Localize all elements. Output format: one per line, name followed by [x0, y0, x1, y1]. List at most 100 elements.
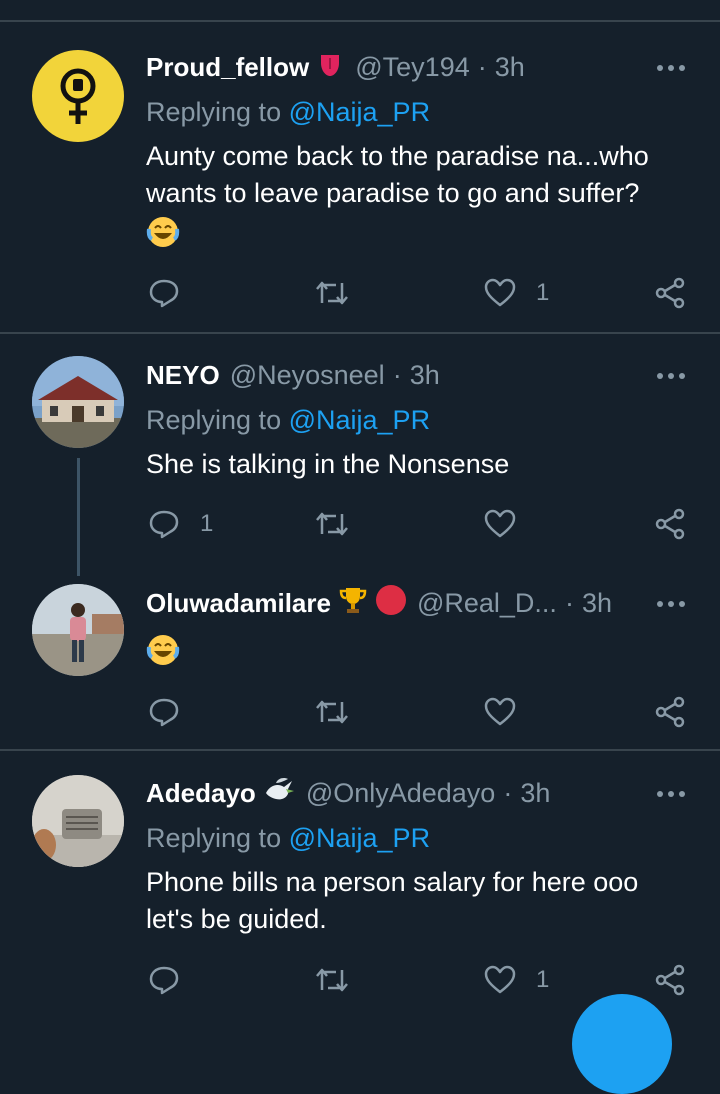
user-handle[interactable]: @Neyosneel — [230, 360, 385, 391]
retweet-button[interactable] — [314, 273, 350, 313]
tweet-header: Proud_fellow @Tey194 · 3h — [146, 50, 600, 84]
car-interior-photo-icon — [32, 775, 124, 867]
tweet-neyo[interactable]: NEYO @Neyosneel · 3h Replying to @Naija_… — [0, 334, 720, 576]
timestamp[interactable]: 3h — [410, 360, 440, 391]
tweet-text: Aunty come back to the paradise na...who… — [146, 138, 680, 249]
retweet-button[interactable] — [314, 504, 350, 544]
share-button[interactable] — [654, 692, 686, 732]
more-options-icon[interactable] — [654, 366, 688, 386]
separator-dot: · — [392, 359, 402, 390]
display-name[interactable]: NEYO — [146, 360, 220, 391]
reply-button[interactable] — [148, 692, 180, 732]
share-button[interactable] — [654, 504, 686, 544]
share-icon — [655, 508, 685, 540]
more-options-icon[interactable] — [654, 784, 688, 804]
user-handle[interactable]: @Real_D... — [417, 588, 557, 619]
tweet-text-line: let's be guided. — [146, 904, 327, 934]
heart-icon — [484, 697, 516, 726]
tweet-actions: 1 — [146, 960, 720, 1000]
reply-button[interactable]: 1 — [148, 504, 213, 544]
share-icon — [655, 964, 685, 996]
avatar[interactable] — [32, 584, 124, 676]
tweet-actions — [146, 692, 720, 732]
like-button[interactable]: 1 — [484, 960, 549, 1000]
timestamp[interactable]: 3h — [495, 52, 525, 83]
avatar[interactable] — [32, 50, 124, 142]
mention-link[interactable]: @Naija_PR — [289, 97, 430, 127]
timestamp[interactable]: 3h — [520, 778, 550, 809]
reply-count: 1 — [200, 510, 214, 537]
share-icon — [655, 277, 685, 309]
share-button[interactable] — [654, 273, 686, 313]
mention-link[interactable]: @Naija_PR — [289, 405, 430, 435]
share-icon — [655, 696, 685, 728]
reply-button[interactable] — [148, 960, 180, 1000]
separator-dot: · — [477, 51, 487, 82]
like-count: 1 — [536, 279, 550, 306]
house-photo-icon — [32, 356, 124, 448]
avatar[interactable] — [32, 356, 124, 448]
like-button[interactable] — [484, 504, 516, 544]
reply-icon — [149, 966, 179, 995]
feminist-fist-icon — [60, 68, 96, 124]
like-count: 1 — [536, 966, 550, 993]
compose-tweet-button[interactable] — [572, 994, 672, 1094]
like-button[interactable] — [484, 692, 516, 732]
replying-prefix: Replying to — [146, 823, 282, 853]
person-photo-icon — [32, 584, 124, 676]
tweet-text: She is talking in the Nonsense — [146, 446, 680, 483]
retweet-icon — [316, 512, 348, 536]
tweet-text-line: Aunty come back to the paradise na...who — [146, 141, 649, 171]
tweet-header: NEYO @Neyosneel · 3h — [146, 358, 600, 392]
retweet-icon — [316, 700, 348, 724]
thread-connector — [77, 458, 80, 576]
replying-to: Replying to @Naija_PR — [146, 823, 430, 854]
heart-icon — [484, 965, 516, 994]
display-name[interactable]: Oluwadamilare — [146, 588, 331, 619]
tweet-actions: 1 — [146, 504, 720, 544]
reply-icon — [149, 698, 179, 727]
separator-dot: · — [564, 587, 574, 618]
tweet-actions: 1 — [146, 273, 720, 313]
replying-prefix: Replying to — [146, 405, 282, 435]
display-name[interactable]: Proud_fellow — [146, 52, 309, 83]
like-button[interactable]: 1 — [484, 273, 549, 313]
retweet-button[interactable] — [314, 960, 350, 1000]
tweet-proud-fellow[interactable]: Proud_fellow @Tey194 · 3h Replying to @N… — [0, 0, 720, 334]
tweet-text-line: She is talking in the Nonsense — [146, 449, 510, 479]
user-handle[interactable]: @Tey194 — [355, 52, 469, 83]
tweet-text-line: wants to leave paradise to go and suffer… — [146, 178, 640, 208]
dove-emoji-icon — [262, 775, 296, 812]
replying-to: Replying to @Naija_PR — [146, 405, 430, 436]
avatar[interactable] — [32, 775, 124, 867]
reply-button[interactable] — [148, 273, 180, 313]
user-handle[interactable]: @OnlyAdedayo — [306, 778, 496, 809]
more-options-icon[interactable] — [654, 594, 688, 614]
heart-icon — [484, 509, 516, 538]
tweet-text: Phone bills na person salary for here oo… — [146, 864, 680, 938]
more-options-icon[interactable] — [654, 58, 688, 78]
display-name[interactable]: Adedayo — [146, 778, 256, 809]
mention-link[interactable]: @Naija_PR — [289, 823, 430, 853]
retweet-icon — [316, 968, 348, 992]
trophy-emoji-icon — [337, 584, 369, 623]
tweet-text-line: Phone bills na person salary for here oo… — [146, 867, 639, 897]
tweet-header: Oluwadamilare @Real_D... · 3h — [146, 584, 612, 623]
tweet-header: Adedayo @OnlyAdedayo · 3h — [146, 776, 600, 810]
share-button[interactable] — [654, 960, 686, 1000]
separator-dot: · — [503, 777, 513, 808]
joy-emoji-icon — [146, 215, 180, 249]
reply-icon — [149, 279, 179, 308]
reply-icon — [149, 510, 179, 539]
timestamp[interactable]: 3h — [582, 588, 612, 619]
joy-emoji-icon — [146, 633, 180, 667]
replying-to: Replying to @Naija_PR — [146, 97, 430, 128]
heart-icon — [484, 278, 516, 307]
tweet-adedayo[interactable]: Adedayo @OnlyAdedayo · 3h Replying to @N… — [0, 751, 720, 1012]
tongue-emoji-icon — [315, 49, 345, 86]
retweet-button[interactable] — [314, 692, 350, 732]
red-circle-emoji-icon — [375, 584, 407, 623]
retweet-icon — [316, 281, 348, 305]
tweet-oluwadamilare[interactable]: Oluwadamilare @Real_D... · 3h — [0, 564, 720, 750]
tweet-text — [146, 630, 680, 667]
